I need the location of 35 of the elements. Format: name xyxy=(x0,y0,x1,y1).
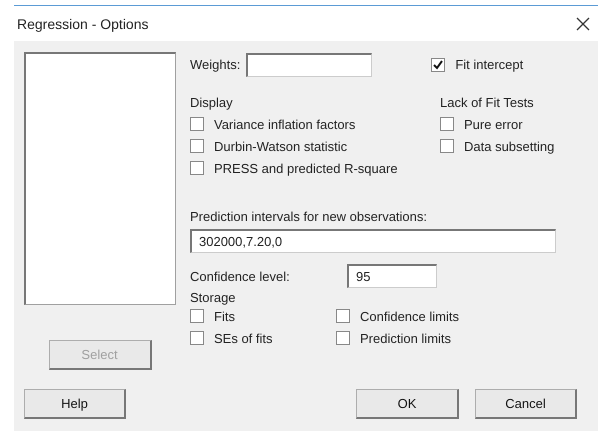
checkbox[interactable] xyxy=(190,117,204,131)
checkbox[interactable] xyxy=(190,331,204,345)
checkbox[interactable] xyxy=(190,309,204,323)
checkbox[interactable] xyxy=(190,139,204,153)
checkbox[interactable] xyxy=(336,309,350,323)
checkbox-label[interactable]: Pure error xyxy=(464,116,523,132)
checkbox-label[interactable]: PRESS and predicted R-square xyxy=(214,160,398,176)
confidence-field[interactable]: 95 xyxy=(347,264,437,288)
checkbox-label[interactable]: Variance inflation factors xyxy=(214,116,356,132)
section-heading: Lack of Fit Tests xyxy=(440,95,535,110)
weights-label: Weights: xyxy=(190,57,240,72)
checkbox-label[interactable]: Confidence limits xyxy=(360,308,459,324)
variable-list[interactable] xyxy=(24,52,176,305)
checkbox[interactable] xyxy=(440,139,454,153)
checkbox[interactable] xyxy=(440,117,454,131)
prediction-field[interactable]: 302000,7.20,0 xyxy=(190,229,556,253)
window-title: Regression - Options xyxy=(17,16,149,32)
checkbox-label[interactable]: Prediction limits xyxy=(360,330,452,346)
checkbox[interactable] xyxy=(190,161,204,175)
prediction-label: Prediction intervals for new observations: xyxy=(190,209,428,224)
checkbox-label[interactable]: Fit intercept xyxy=(455,57,524,72)
close-icon[interactable] xyxy=(576,16,590,30)
checkbox-label[interactable]: Data subsetting xyxy=(464,138,554,154)
section-heading: Display xyxy=(190,95,234,110)
weights-field[interactable] xyxy=(246,52,372,76)
section-heading: Storage xyxy=(190,290,237,305)
checkbox-label[interactable]: Fits xyxy=(214,308,235,324)
cancel-button[interactable]: Cancel xyxy=(475,389,577,419)
checkbox[interactable] xyxy=(336,331,350,345)
checkbox-label[interactable]: SEs of fits xyxy=(214,330,273,346)
checkbox[interactable] xyxy=(431,58,446,72)
help-button[interactable]: Help xyxy=(24,389,126,419)
checkbox-label[interactable]: Durbin-Watson statistic xyxy=(214,138,348,154)
ok-button[interactable]: OK xyxy=(356,389,459,419)
confidence-label: Confidence level: xyxy=(190,268,291,284)
